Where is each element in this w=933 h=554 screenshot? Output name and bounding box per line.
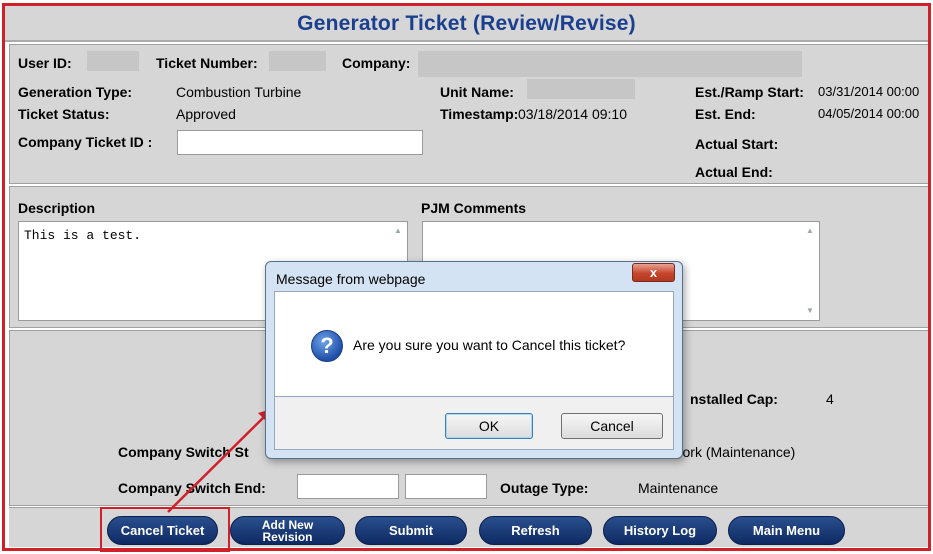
- confirm-dialog: Message from webpage x ? Are you sure yo…: [265, 261, 683, 459]
- close-icon: x: [649, 265, 658, 280]
- question-icon: ?: [311, 330, 343, 362]
- dialog-footer: OK Cancel: [274, 397, 674, 450]
- ok-button[interactable]: OK: [445, 413, 533, 439]
- cancel-button[interactable]: Cancel: [561, 413, 663, 439]
- dialog-close-button[interactable]: x: [632, 263, 675, 282]
- dialog-body: ? Are you sure you want to Cancel this t…: [274, 291, 674, 397]
- dialog-title: Message from webpage: [276, 271, 426, 287]
- dialog-message: Are you sure you want to Cancel this tic…: [353, 337, 626, 353]
